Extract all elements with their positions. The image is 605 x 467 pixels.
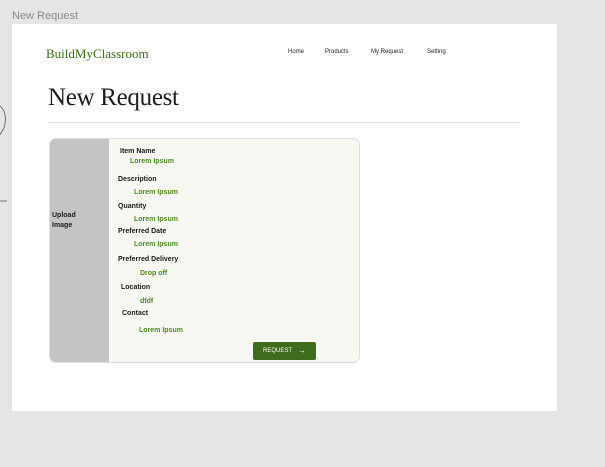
brand-logo[interactable]: BuildMyClassroom <box>46 46 149 62</box>
field-label-preferred-date: Preferred Date <box>118 228 167 235</box>
field-value-location[interactable]: dfdf <box>140 298 153 305</box>
field-label-contact: Contact <box>122 310 149 317</box>
field-label-quantity: Quantity <box>118 203 147 210</box>
upload-label-line-2: Image <box>52 222 73 229</box>
field-value-item-name[interactable]: Lorem Ipsum <box>130 158 174 165</box>
field-value-contact[interactable]: Lorem Ipsum <box>139 327 183 334</box>
title-divider <box>48 122 520 123</box>
field-value-preferred-delivery[interactable]: Drop off <box>140 270 167 277</box>
field-value-quantity[interactable]: Lorem Ipsum <box>134 216 178 223</box>
field-label-item-name: Item Name <box>120 148 156 155</box>
request-button[interactable]: REQUEST → <box>253 342 316 360</box>
arrow-right-icon: → <box>298 346 306 355</box>
nav-my-request[interactable]: My Request <box>371 49 403 55</box>
page-title: New Request <box>48 84 179 111</box>
scribble-sketch <box>0 105 7 202</box>
nav-products[interactable]: Products <box>325 49 349 55</box>
request-form-card: Upload Image Item Name Lorem Ipsum Descr… <box>49 138 360 363</box>
upload-label-line-1: Upload <box>52 212 76 219</box>
field-label-preferred-delivery: Preferred Delivery <box>118 256 179 263</box>
field-label-location: Location <box>121 284 151 291</box>
frame-label: New Request <box>12 10 79 22</box>
field-value-preferred-date[interactable]: Lorem Ipsum <box>134 241 178 248</box>
upload-image-area[interactable]: Upload Image <box>50 139 109 362</box>
field-label-description: Description <box>118 176 157 183</box>
nav-home[interactable]: Home <box>288 49 304 55</box>
page-canvas: BuildMyClassroom Home Products My Reques… <box>12 24 557 411</box>
upload-image-label: Upload Image <box>52 211 92 231</box>
nav-setting[interactable]: Setting <box>427 49 446 55</box>
field-value-description[interactable]: Lorem Ipsum <box>134 189 178 196</box>
request-button-label: REQUEST <box>262 348 292 354</box>
